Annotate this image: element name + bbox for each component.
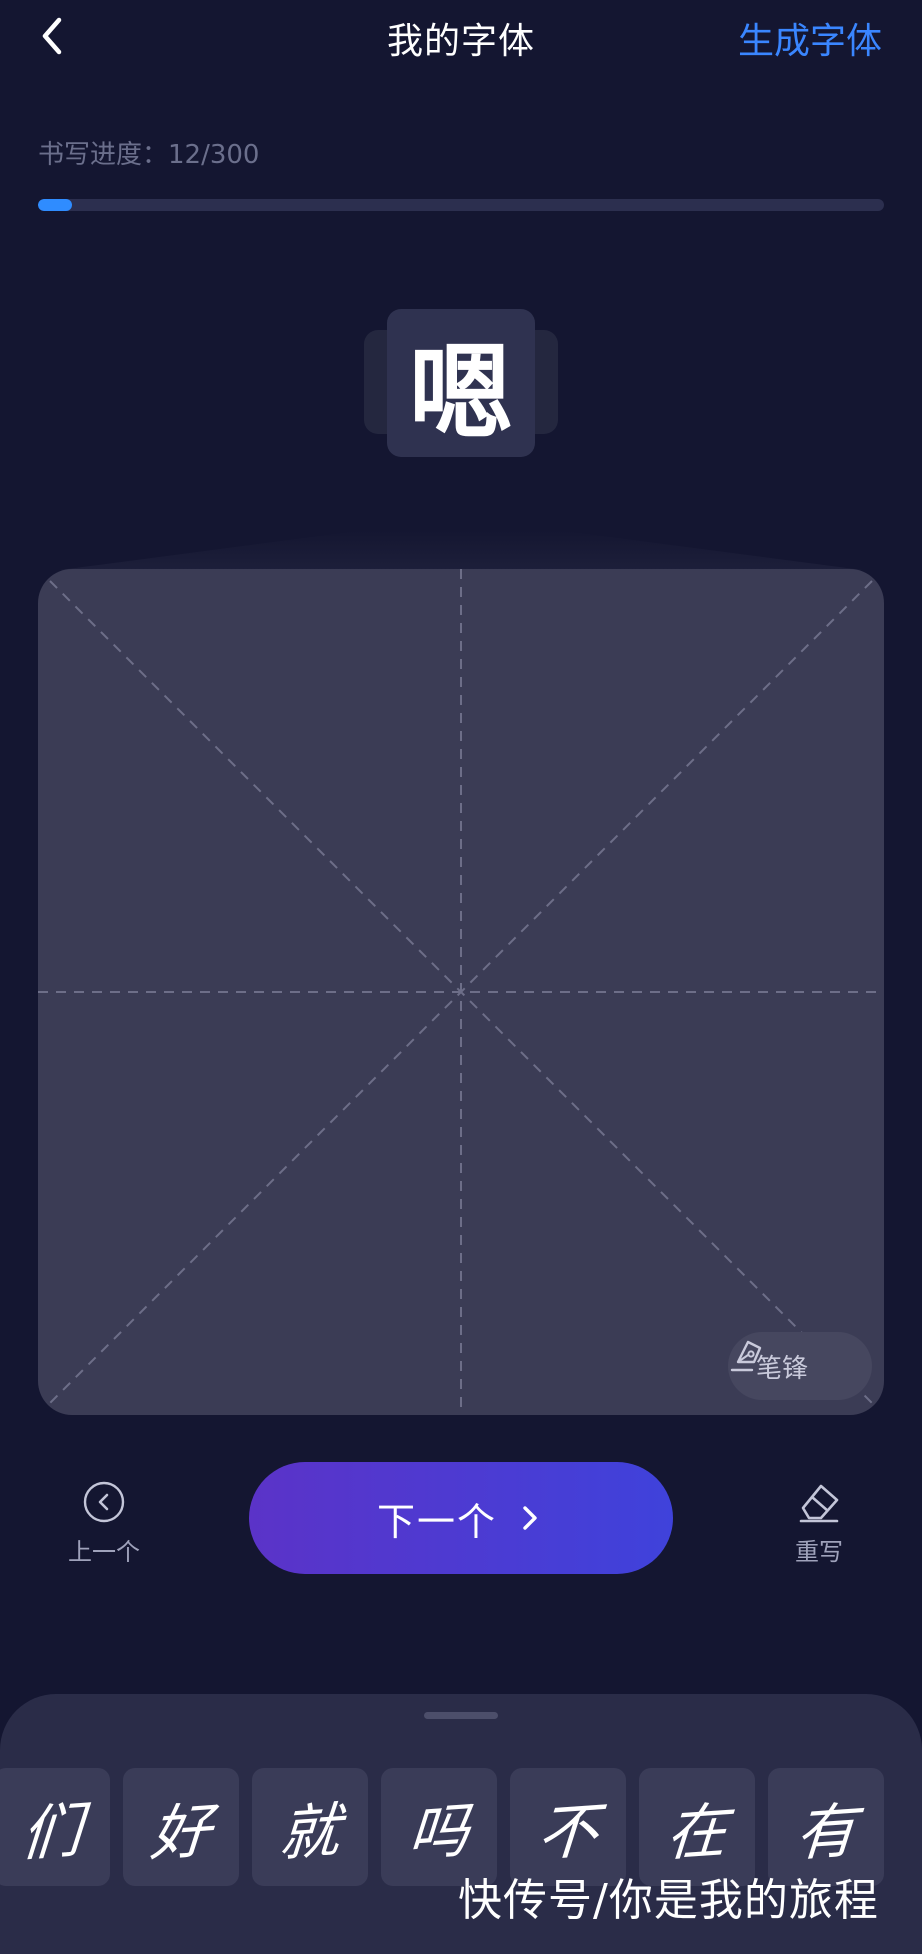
- previous-button[interactable]: 上一个: [62, 1480, 146, 1568]
- rewrite-button[interactable]: 重写: [774, 1478, 864, 1568]
- eraser-icon: [799, 1484, 839, 1523]
- writing-canvas[interactable]: 笔锋: [38, 569, 884, 1415]
- written-glyph-tile[interactable]: 们: [0, 1768, 110, 1886]
- next-label: 下一个: [376, 1499, 497, 1544]
- written-glyph: 就: [276, 1795, 343, 1870]
- written-glyph: 好: [147, 1795, 214, 1870]
- next-button[interactable]: 下一个: [249, 1462, 673, 1574]
- generate-font-button[interactable]: 生成字体: [738, 12, 882, 64]
- progress-bar: [38, 199, 884, 211]
- pen-nib-icon: [730, 1340, 762, 1372]
- progress-bar-fill: [38, 199, 72, 211]
- pen-tip-toggle[interactable]: 笔锋: [728, 1332, 872, 1400]
- written-glyph: 有: [792, 1795, 859, 1870]
- guide-grid: [38, 569, 884, 1415]
- current-character-card: 嗯: [387, 309, 535, 457]
- header-bar: 我的字体 生成字体: [0, 0, 922, 80]
- tray-drag-handle[interactable]: [424, 1712, 498, 1719]
- watermark: 快传号/你是我的旅程: [458, 1875, 879, 1926]
- previous-label: 上一个: [68, 1538, 140, 1566]
- progress-label: 书写进度：12/300: [38, 140, 260, 170]
- canvas-glow: [60, 530, 862, 570]
- written-glyph: 们: [18, 1795, 85, 1870]
- written-glyph: 在: [663, 1795, 730, 1870]
- written-glyph: 不: [534, 1795, 601, 1870]
- chevron-right-icon: [523, 1506, 537, 1530]
- rewrite-label: 重写: [795, 1538, 843, 1566]
- chevron-left-circle-icon: [83, 1481, 125, 1523]
- written-glyph-tile[interactable]: 好: [123, 1768, 239, 1886]
- written-glyph-tile[interactable]: 就: [252, 1768, 368, 1886]
- written-glyph: 吗: [405, 1795, 472, 1870]
